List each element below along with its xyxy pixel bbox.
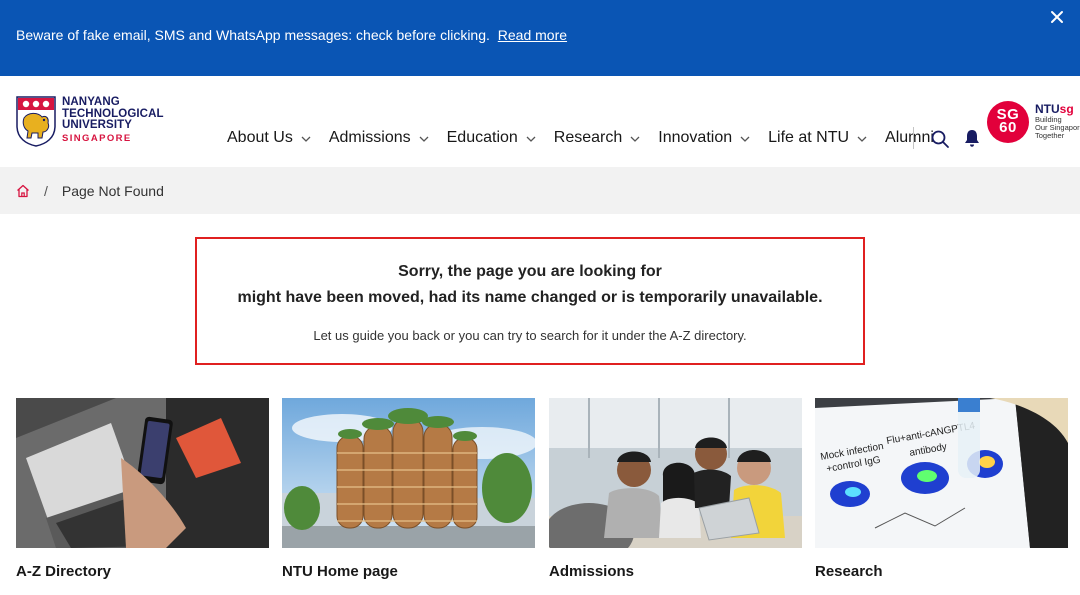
nav-item-research[interactable]: Research — [554, 129, 640, 147]
ntusg-sg: sg — [1059, 103, 1074, 116]
nav-item-label: Alumni — [885, 129, 934, 146]
card-image — [16, 398, 269, 548]
nav-item-innovation[interactable]: Innovation — [658, 129, 750, 147]
card-title: NTU Home page — [282, 563, 398, 580]
chevron-down-icon — [630, 136, 640, 142]
nav-item-life-at-ntu[interactable]: Life at NTU — [768, 129, 867, 147]
card-az-directory[interactable]: A-Z Directory — [16, 398, 269, 588]
card-ntu-home-page[interactable]: NTU Home page — [282, 398, 535, 588]
card-image — [549, 398, 802, 548]
ntu-wordmark: NANYANG TECHNOLOGICAL UNIVERSITY SINGAPO… — [62, 96, 164, 144]
breadcrumb: / Page Not Found — [0, 167, 1080, 214]
nav-item-about-us[interactable]: About Us — [227, 129, 311, 147]
card-title: Research — [815, 563, 883, 580]
nav-item-label: Research — [553, 129, 623, 146]
nav-item-admissions[interactable]: Admissions — [329, 129, 429, 147]
error-title: Sorry, the page you are looking for migh… — [197, 259, 863, 311]
error-title-line-1: Sorry, the page you are looking for — [398, 263, 662, 280]
chevron-down-icon — [526, 136, 536, 142]
alert-message: Beware of fake email, SMS and WhatsApp m… — [16, 26, 567, 44]
card-research[interactable]: Mock infection +control IgG Flu+anti-cAN… — [815, 398, 1068, 588]
breadcrumb-separator: / — [44, 182, 48, 199]
ntusg-tagline-3: Together — [1035, 131, 1065, 140]
alert-banner: Beware of fake email, SMS and WhatsApp m… — [0, 0, 1080, 76]
ntusg-brand[interactable]: NTUsg Building Our Singapore Together — [1035, 103, 1080, 140]
error-subtitle: Let us guide you back or you can try to … — [313, 328, 747, 343]
nav-item-label: Life at NTU — [768, 129, 850, 146]
quick-links: A-Z Directory NTU Home page Admissions M… — [16, 398, 1068, 588]
nav-divider — [913, 127, 914, 149]
logo-line-3: UNIVERSITY — [62, 119, 133, 131]
card-admissions[interactable]: Admissions — [549, 398, 802, 588]
nav-item-label: About Us — [227, 129, 293, 146]
ntu-crest-icon — [16, 96, 56, 147]
logo-line-4: SINGAPORE — [62, 132, 132, 144]
chevron-down-icon — [740, 136, 750, 142]
search-icon[interactable] — [930, 129, 950, 149]
error-message-box: Sorry, the page you are looking for migh… — [195, 237, 865, 365]
bell-icon[interactable] — [963, 128, 981, 148]
nav-item-label: Innovation — [658, 129, 733, 146]
nav-item-label: Admissions — [328, 129, 411, 146]
close-icon[interactable] — [1046, 8, 1068, 26]
home-icon[interactable] — [16, 184, 30, 198]
card-title: A-Z Directory — [16, 563, 112, 580]
nav-item-alumni[interactable]: Alumni — [885, 129, 934, 147]
read-more-link[interactable]: Read more — [498, 27, 567, 43]
breadcrumb-current: Page Not Found — [61, 182, 164, 199]
ntu-logo[interactable]: NANYANG TECHNOLOGICAL UNIVERSITY SINGAPO… — [16, 96, 166, 148]
sg60-badge[interactable]: SG 60 — [987, 101, 1029, 143]
nav-item-label: Education — [446, 129, 518, 146]
alert-message-text: Beware of fake email, SMS and WhatsApp m… — [16, 27, 490, 43]
nav-item-education[interactable]: Education — [447, 129, 536, 147]
error-title-line-2: might have been moved, had its name chan… — [237, 289, 823, 306]
chevron-down-icon — [857, 136, 867, 142]
card-image: Mock infection +control IgG Flu+anti-cAN… — [815, 398, 1068, 548]
card-image — [282, 398, 535, 548]
card-title: Admissions — [549, 563, 635, 580]
chevron-down-icon — [419, 136, 429, 142]
site-header: NANYANG TECHNOLOGICAL UNIVERSITY SINGAPO… — [0, 76, 1080, 167]
sg60-badge-bottom: 60 — [999, 119, 1017, 136]
logo-line-1: NANYANG — [62, 96, 120, 108]
chevron-down-icon — [301, 136, 311, 142]
main-nav: About Us Admissions Education Research I… — [227, 128, 934, 148]
